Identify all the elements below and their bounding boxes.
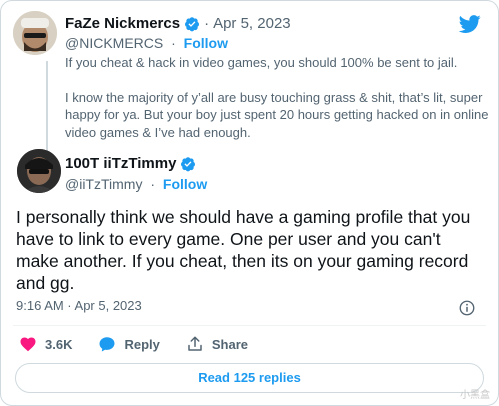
tweet-actions-bar: 3.6K Reply Share [19, 335, 274, 353]
author-display-name[interactable]: FaZe Nickmercs [65, 15, 180, 32]
separator: · [171, 35, 176, 51]
main-author-row: 100T iiTzTimmy [65, 155, 196, 172]
divider [13, 325, 486, 326]
parent-author-row: FaZe Nickmercs · Apr 5, 2023 [65, 15, 291, 32]
author-handle[interactable]: @NICKMERCS [65, 35, 163, 51]
reply-button[interactable]: Reply [98, 335, 160, 353]
main-tweet-author: 100T iiTzTimmy @iiTzTimmy · Follow [13, 149, 313, 197]
read-replies-button[interactable]: Read 125 replies [15, 363, 484, 393]
like-button[interactable]: 3.6K [19, 335, 72, 353]
parent-tweet-text: If you cheat & hack in video games, you … [65, 54, 495, 158]
share-label: Share [211, 336, 249, 352]
watermark: 小黑盒 [460, 390, 490, 401]
share-upload-icon [188, 336, 202, 351]
avatar[interactable] [13, 11, 57, 55]
heart-icon [20, 337, 36, 352]
tweet-date[interactable]: Apr 5, 2023 [213, 15, 291, 32]
verified-badge-icon [181, 156, 196, 171]
reply-label: Reply [124, 336, 160, 352]
share-button[interactable]: Share [186, 335, 248, 353]
main-tweet-text: I personally think we should have a gami… [16, 207, 471, 293]
separator: · [150, 176, 156, 192]
nickmercs-avatar-image [13, 11, 57, 55]
tweet-paragraph: If you cheat & hack in video games, you … [65, 55, 458, 70]
author-handle[interactable]: @iiTzTimmy [65, 176, 142, 192]
like-count: 3.6K [45, 336, 73, 352]
separator: · [204, 15, 210, 32]
info-icon[interactable] [458, 299, 476, 317]
tweet-timestamp[interactable]: 9:16 AM · Apr 5, 2023 [16, 298, 142, 313]
tweet-paragraph: I know the majority of y’all are busy to… [65, 89, 489, 140]
verified-badge-icon [185, 16, 200, 31]
tweet-embed-card: FaZe Nickmercs · Apr 5, 2023 @NICKMERCS … [0, 0, 499, 406]
main-handle-row: @iiTzTimmy · Follow [65, 176, 207, 192]
parent-handle-row: @NICKMERCS · Follow [65, 35, 228, 51]
reply-bubble-icon [99, 337, 115, 352]
follow-link[interactable]: Follow [163, 176, 207, 192]
author-display-name[interactable]: 100T iiTzTimmy [65, 155, 176, 172]
quoted-parent-tweet[interactable]: FaZe Nickmercs · Apr 5, 2023 @NICKMERCS … [13, 9, 489, 151]
timmy-avatar-image [17, 149, 61, 193]
thread-connector-line [46, 61, 48, 151]
avatar[interactable] [17, 149, 61, 193]
follow-link[interactable]: Follow [184, 35, 228, 51]
